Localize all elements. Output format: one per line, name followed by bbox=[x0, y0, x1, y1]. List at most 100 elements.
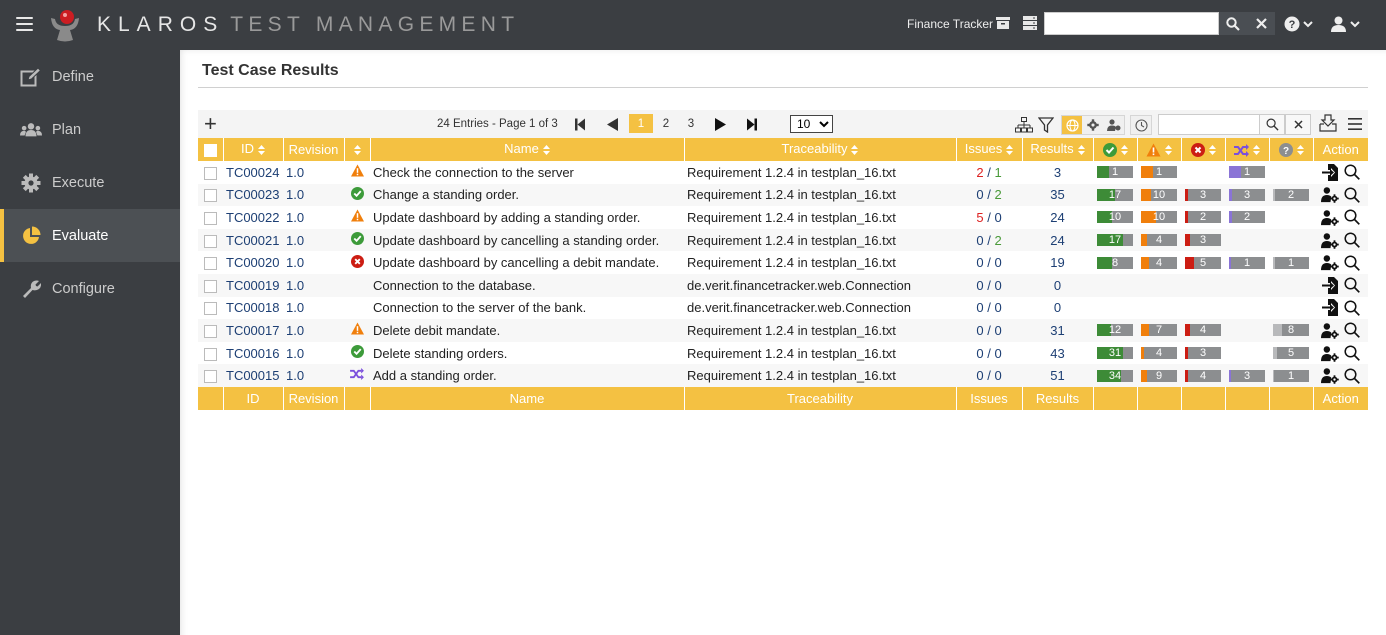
table-row[interactable]: TC00017 1.0 Delete debit mandate. Requireme… bbox=[198, 319, 1368, 342]
table-search-field[interactable] bbox=[1158, 114, 1260, 135]
open-issues[interactable]: 0 bbox=[976, 278, 983, 293]
error-result-bar[interactable]: 3 bbox=[1185, 347, 1221, 360]
column-header-id[interactable]: ID bbox=[223, 138, 284, 161]
revision-link[interactable]: 1.0 bbox=[286, 233, 304, 248]
open-issues[interactable]: 0 bbox=[976, 368, 983, 383]
table-row[interactable]: TC00019 1.0 Connection to the database. de.… bbox=[198, 273, 1368, 297]
unknown-result-bar[interactable]: 5 bbox=[1273, 347, 1309, 360]
warning-result-bar[interactable]: 9 bbox=[1141, 369, 1177, 382]
import-icon[interactable] bbox=[1321, 299, 1339, 317]
column-header-results[interactable]: Results bbox=[1022, 138, 1094, 161]
error-result-bar[interactable]: 5 bbox=[1185, 256, 1221, 269]
last-page-button[interactable] bbox=[744, 116, 760, 132]
import-icon[interactable] bbox=[1321, 276, 1339, 294]
revision-link[interactable]: 1.0 bbox=[286, 165, 304, 180]
sidebar-item-configure[interactable]: Configure bbox=[0, 262, 180, 315]
test-case-id-link[interactable]: TC00019 bbox=[226, 278, 279, 293]
test-case-id-link[interactable]: TC00020 bbox=[226, 255, 279, 270]
hierarchy-icon[interactable] bbox=[1015, 116, 1033, 134]
column-header-mixed[interactable] bbox=[1225, 138, 1270, 161]
column-header-error[interactable] bbox=[1181, 138, 1226, 161]
passed-result-bar[interactable]: 34 bbox=[1097, 369, 1133, 382]
column-header-revision[interactable]: Revision bbox=[283, 138, 345, 161]
sidebar-item-evaluate[interactable]: Evaluate bbox=[0, 209, 180, 262]
passed-result-bar[interactable]: 17 bbox=[1097, 188, 1133, 201]
previous-page-button[interactable] bbox=[604, 116, 620, 132]
view-details-icon[interactable] bbox=[1343, 367, 1361, 385]
view-details-icon[interactable] bbox=[1343, 208, 1361, 226]
table-row[interactable]: TC00024 1.0 Check the connection to the se… bbox=[198, 161, 1368, 184]
mixed-result-bar[interactable]: 1 bbox=[1229, 166, 1265, 179]
warning-result-bar[interactable]: 10 bbox=[1141, 188, 1177, 201]
unknown-result-bar[interactable]: 1 bbox=[1273, 369, 1309, 382]
help-menu[interactable]: ? bbox=[1284, 13, 1313, 35]
revision-link[interactable]: 1.0 bbox=[286, 300, 304, 315]
page-3-button[interactable]: 3 bbox=[679, 114, 703, 133]
view-details-icon[interactable] bbox=[1343, 321, 1361, 339]
results-count[interactable]: 24 bbox=[1050, 233, 1064, 248]
results-count[interactable]: 35 bbox=[1050, 187, 1064, 202]
closed-issues[interactable]: 1 bbox=[994, 165, 1001, 180]
project-name[interactable]: Finance Tracker bbox=[907, 17, 993, 31]
table-row[interactable]: TC00020 1.0 Update dashboard by cancelling… bbox=[198, 251, 1368, 274]
assign-user-icon[interactable] bbox=[1320, 231, 1339, 249]
test-case-id-link[interactable]: TC00024 bbox=[226, 165, 279, 180]
error-result-bar[interactable]: 2 bbox=[1185, 211, 1221, 224]
assign-user-icon[interactable] bbox=[1320, 344, 1339, 362]
open-issues[interactable]: 0 bbox=[976, 255, 983, 270]
server-icon[interactable] bbox=[1022, 15, 1038, 31]
closed-issues[interactable]: 2 bbox=[994, 187, 1001, 202]
revision-link[interactable]: 1.0 bbox=[286, 323, 304, 338]
table-row[interactable]: TC00016 1.0 Delete standing orders. Require… bbox=[198, 342, 1368, 365]
unknown-result-bar[interactable]: 8 bbox=[1273, 324, 1309, 337]
passed-result-bar[interactable]: 17 bbox=[1097, 234, 1133, 247]
column-header-warning[interactable] bbox=[1137, 138, 1182, 161]
row-checkbox[interactable] bbox=[204, 370, 217, 384]
next-page-button[interactable] bbox=[712, 116, 728, 132]
sidebar-item-define[interactable]: Define bbox=[0, 50, 180, 103]
view-details-icon[interactable] bbox=[1343, 163, 1361, 181]
warning-result-bar[interactable]: 7 bbox=[1141, 324, 1177, 337]
open-issues[interactable]: 5 bbox=[976, 210, 983, 225]
export-icon[interactable] bbox=[1319, 114, 1337, 132]
row-checkbox[interactable] bbox=[204, 347, 217, 361]
view-details-icon[interactable] bbox=[1343, 344, 1361, 362]
mixed-result-bar[interactable]: 3 bbox=[1229, 369, 1265, 382]
results-count[interactable]: 0 bbox=[1054, 300, 1061, 315]
closed-issues[interactable]: 2 bbox=[994, 233, 1001, 248]
passed-result-bar[interactable]: 8 bbox=[1097, 256, 1133, 269]
test-case-id-link[interactable]: TC00018 bbox=[226, 300, 279, 315]
table-row[interactable]: TC00015 1.0 Add a standing order. Requireme… bbox=[198, 364, 1368, 387]
scope-settings-button[interactable] bbox=[1083, 116, 1103, 134]
table-search-input[interactable] bbox=[1159, 115, 1259, 134]
global-search-field[interactable] bbox=[1044, 12, 1219, 35]
column-header-passed[interactable] bbox=[1093, 138, 1138, 161]
passed-result-bar[interactable]: 10 bbox=[1097, 211, 1133, 224]
test-case-id-link[interactable]: TC00017 bbox=[226, 323, 279, 338]
column-header-name[interactable]: Name bbox=[370, 138, 685, 161]
warning-result-bar[interactable]: 4 bbox=[1141, 256, 1177, 269]
row-checkbox[interactable] bbox=[204, 324, 217, 338]
view-details-icon[interactable] bbox=[1343, 231, 1361, 249]
test-case-id-link[interactable]: TC00015 bbox=[226, 368, 279, 383]
page-1-button[interactable]: 1 bbox=[629, 114, 653, 133]
row-checkbox[interactable] bbox=[204, 166, 217, 180]
column-header-issues[interactable]: Issues bbox=[956, 138, 1023, 161]
closed-issues[interactable]: 0 bbox=[994, 278, 1001, 293]
revision-link[interactable]: 1.0 bbox=[286, 255, 304, 270]
column-header-unknown[interactable]: ? bbox=[1269, 138, 1314, 161]
passed-result-bar[interactable]: 12 bbox=[1097, 324, 1133, 337]
closed-issues[interactable]: 0 bbox=[994, 210, 1001, 225]
sidebar-item-execute[interactable]: Execute bbox=[0, 156, 180, 209]
test-case-id-link[interactable]: TC00016 bbox=[226, 346, 279, 361]
test-case-id-link[interactable]: TC00022 bbox=[226, 210, 279, 225]
revision-link[interactable]: 1.0 bbox=[286, 278, 304, 293]
global-search-button[interactable] bbox=[1219, 12, 1247, 35]
test-case-id-link[interactable]: TC00023 bbox=[226, 187, 279, 202]
page-2-button[interactable]: 2 bbox=[654, 114, 678, 133]
table-row[interactable]: TC00022 1.0 Update dashboard by adding a s… bbox=[198, 206, 1368, 229]
error-result-bar[interactable]: 3 bbox=[1185, 188, 1221, 201]
row-checkbox[interactable] bbox=[204, 212, 217, 226]
menu-toggle-icon[interactable] bbox=[16, 17, 33, 31]
mixed-result-bar[interactable]: 1 bbox=[1229, 256, 1265, 269]
